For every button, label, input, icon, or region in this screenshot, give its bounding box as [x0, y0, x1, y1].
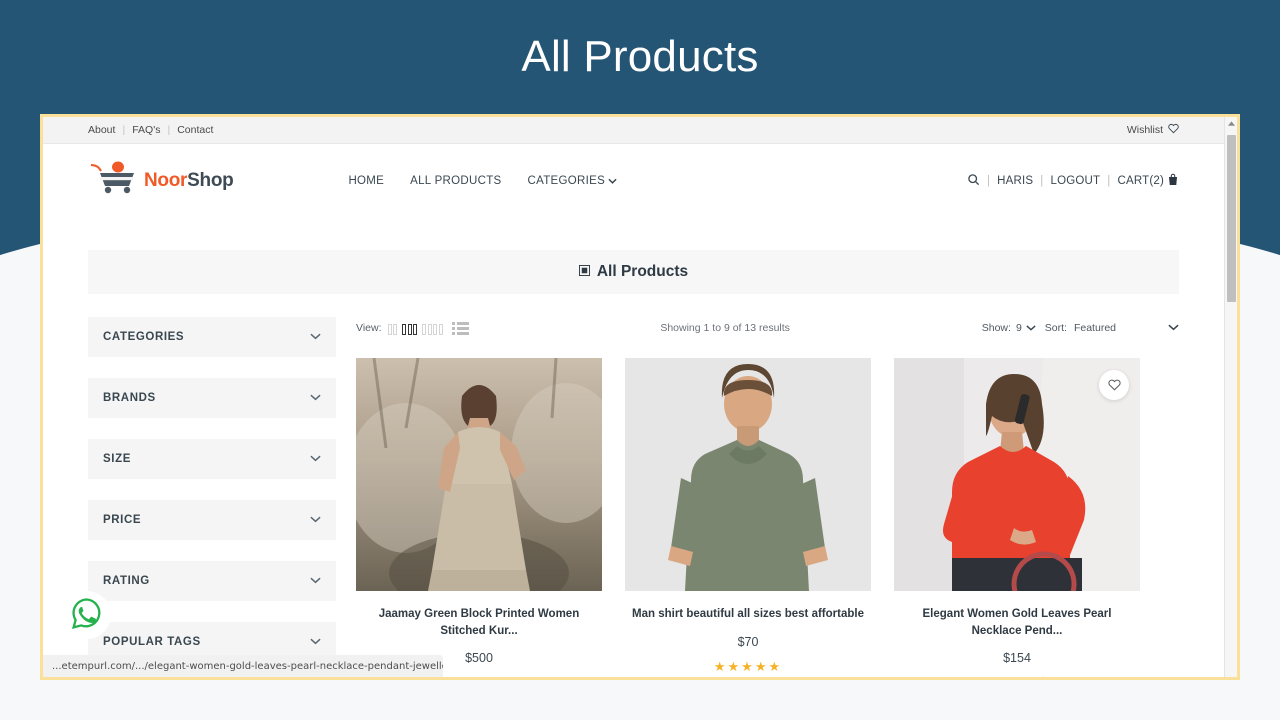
chevron-down-icon	[310, 637, 321, 648]
logo-text: NoorShop	[144, 169, 234, 192]
header-user-actions: | HARIS | LOGOUT | CART(2)	[967, 173, 1179, 189]
filter-label: BRANDS	[103, 392, 156, 404]
browser-window: About | FAQ's | Contact Wishlist NoorSho…	[40, 114, 1240, 680]
shopping-bag-icon[interactable]	[1167, 173, 1179, 189]
product-listing: View: Showing 1 to 9 of 13 results Show:	[356, 317, 1179, 677]
heart-outline-icon	[1168, 123, 1179, 137]
heart-outline-icon	[1107, 379, 1121, 391]
product-title[interactable]: Jaamay Green Block Printed Women Stitche…	[356, 606, 602, 639]
action-divider: |	[1040, 174, 1044, 187]
nav-item-label: ALL PRODUCTS	[410, 174, 502, 187]
logout-link[interactable]: LOGOUT	[1050, 175, 1100, 187]
nav-item-categories[interactable]: CATEGORIES	[528, 175, 618, 187]
product-card[interactable]: Jaamay Green Block Printed Women Stitche…	[356, 358, 602, 677]
logo-text-secondary: Shop	[187, 169, 234, 191]
search-icon[interactable]	[967, 173, 980, 189]
sort-value: Featured	[1073, 322, 1116, 334]
shopping-cart-icon	[88, 161, 140, 200]
nav-item-home[interactable]: HOME	[348, 175, 384, 187]
scroll-up-arrow-icon[interactable]	[1225, 117, 1237, 130]
whatsapp-chat-button[interactable]	[63, 591, 111, 639]
view-mode-switcher	[387, 322, 469, 335]
site-header: NoorShop HOME ALL PRODUCTS CATEGORIES | …	[43, 144, 1224, 217]
filter-brands[interactable]: BRANDS	[88, 378, 336, 418]
page-content: All Products CATEGORIES BRANDS SIZE PRIC…	[43, 250, 1224, 677]
topbar-link-contact[interactable]: Contact	[177, 124, 213, 136]
chevron-down-icon	[310, 454, 321, 465]
browser-viewport: About | FAQ's | Contact Wishlist NoorSho…	[43, 117, 1224, 677]
chevron-down-icon	[1026, 323, 1036, 333]
product-title[interactable]: Man shirt beautiful all sizes best affor…	[625, 606, 871, 623]
browser-status-bar: ...etempurl.com/.../elegant-women-gold-l…	[43, 655, 443, 677]
view-mode-list[interactable]	[452, 322, 469, 335]
listing-controls: Show: 9 Sort: Featured	[982, 322, 1179, 334]
show-label: Show:	[981, 322, 1011, 334]
filter-categories[interactable]: CATEGORIES	[88, 317, 336, 357]
topbar-link-about[interactable]: About	[88, 124, 115, 136]
grid-square-icon	[578, 263, 591, 281]
product-grid: Jaamay Green Block Printed Women Stitche…	[356, 358, 1179, 677]
product-image[interactable]	[356, 358, 602, 591]
main-navigation: HOME ALL PRODUCTS CATEGORIES	[348, 175, 617, 187]
logo-text-primary: Noor	[144, 169, 188, 191]
chevron-down-icon	[310, 515, 321, 526]
results-count: Showing 1 to 9 of 13 results	[660, 322, 790, 334]
listing-toolbar: View: Showing 1 to 9 of 13 results Show:	[356, 317, 1179, 339]
product-rating: ★★★★★	[713, 658, 783, 674]
chevron-down-icon	[310, 332, 321, 343]
site-logo[interactable]: NoorShop	[88, 161, 234, 200]
filter-label: CATEGORIES	[103, 331, 185, 343]
wishlist-label: Wishlist	[1126, 124, 1163, 136]
nav-item-label: CATEGORIES	[527, 174, 606, 187]
topbar-link-faqs[interactable]: FAQ's	[132, 124, 160, 136]
nav-item-label: HOME	[348, 174, 385, 187]
browser-scrollbar[interactable]	[1224, 117, 1237, 677]
product-price: $154	[1003, 651, 1031, 666]
view-mode-two-column[interactable]	[387, 323, 397, 335]
chevron-down-icon	[310, 393, 321, 404]
cart-link[interactable]: CART(2)	[1117, 175, 1164, 187]
wishlist-link[interactable]: Wishlist	[1127, 123, 1179, 137]
filter-size[interactable]: SIZE	[88, 439, 336, 479]
page-title: All Products	[596, 263, 689, 280]
filter-label: POPULAR TAGS	[103, 636, 201, 648]
product-card[interactable]: Man shirt beautiful all sizes best affor…	[625, 358, 871, 677]
product-price: $70	[737, 634, 759, 649]
nav-item-all-products[interactable]: ALL PRODUCTS	[410, 175, 501, 187]
chevron-down-icon	[310, 576, 321, 587]
topbar-divider: |	[167, 124, 171, 136]
show-per-page-select[interactable]: Show: 9	[982, 322, 1036, 334]
action-divider: |	[986, 174, 991, 187]
sort-label: Sort:	[1044, 322, 1067, 334]
whatsapp-icon	[69, 595, 105, 636]
action-divider: |	[1107, 174, 1111, 187]
product-rating: ★★★★★	[894, 675, 1140, 677]
filter-price[interactable]: PRICE	[88, 500, 336, 540]
show-value: 9	[1015, 322, 1022, 334]
catalog-layout: CATEGORIES BRANDS SIZE PRICE RATING POPU…	[88, 317, 1179, 677]
product-image[interactable]	[894, 358, 1140, 591]
filter-label: RATING	[103, 575, 150, 587]
add-to-wishlist-button[interactable]	[1099, 370, 1129, 400]
page-banner: All Products	[88, 250, 1179, 294]
chevron-down-icon	[608, 175, 617, 187]
product-card[interactable]: Elegant Women Gold Leaves Pearl Necklace…	[894, 358, 1140, 677]
topbar-divider: |	[122, 124, 126, 136]
filter-label: SIZE	[103, 453, 131, 465]
site-top-bar: About | FAQ's | Contact Wishlist	[43, 117, 1224, 144]
sort-select[interactable]: Sort: Featured	[1045, 322, 1179, 334]
filter-sidebar: CATEGORIES BRANDS SIZE PRICE RATING POPU…	[88, 317, 336, 677]
view-label: View:	[356, 322, 382, 334]
scrollbar-thumb[interactable]	[1227, 135, 1236, 302]
product-image[interactable]	[625, 358, 871, 591]
product-title[interactable]: Elegant Women Gold Leaves Pearl Necklace…	[894, 606, 1140, 639]
filter-rating[interactable]: RATING	[88, 561, 336, 601]
view-mode-three-column[interactable]	[402, 323, 417, 335]
slide-title: All Products	[521, 32, 759, 81]
chevron-down-icon	[1168, 323, 1179, 334]
status-bar-url: ...etempurl.com/.../elegant-women-gold-l…	[52, 660, 443, 672]
account-username[interactable]: HARIS	[997, 175, 1033, 187]
view-mode-four-column[interactable]	[422, 323, 443, 335]
filter-label: PRICE	[103, 514, 142, 526]
